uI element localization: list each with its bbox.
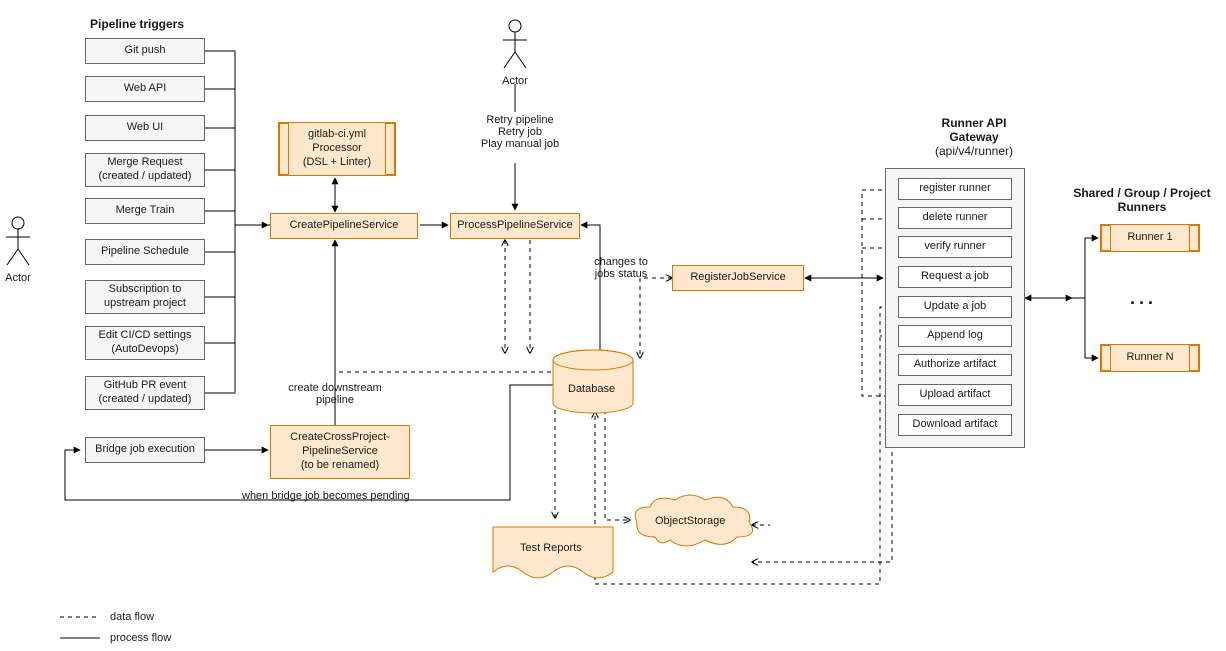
register-job-service: RegisterJobService: [672, 265, 804, 291]
trigger-edit-cicd: Edit CI/CD settings (AutoDevops): [85, 326, 205, 360]
cross-project-service: CreateCrossProject- PipelineService (to …: [270, 425, 410, 479]
actor-left-icon: [3, 215, 33, 270]
api-request-job: Request a job: [898, 266, 1012, 288]
create-downstream-label: create downstream pipeline: [275, 382, 395, 406]
trigger-pipeline-schedule: Pipeline Schedule: [85, 239, 205, 265]
trigger-web-api: Web API: [85, 76, 205, 102]
database-label: Database: [568, 383, 615, 395]
processor-l1: gitlab-ci.yml: [308, 128, 366, 142]
legend-process-flow: process flow: [110, 632, 171, 644]
trigger-web-ui: Web UI: [85, 115, 205, 141]
processor-l3: (DSL + Linter): [303, 156, 371, 170]
api-upload-artifact: Upload artifact: [898, 384, 1012, 406]
process-pipeline-service: ProcessPipelineService: [450, 213, 580, 239]
runner-1: Runner 1: [1100, 224, 1200, 252]
actor-top-label: Actor: [497, 75, 533, 87]
bridge-job-box: Bridge job execution: [85, 437, 205, 463]
changes-label: changes to jobs status: [586, 256, 656, 280]
trigger-merge-request: Merge Request (created / updated): [85, 153, 205, 187]
api-update-job: Update a job: [898, 296, 1012, 318]
actor-top-icon: [500, 18, 530, 73]
triggers-heading: Pipeline triggers: [90, 17, 184, 31]
cross-l2: PipelineService: [302, 445, 378, 459]
gateway-heading: Runner API Gateway (api/v4/runner): [914, 116, 1034, 158]
retry-label: Retry pipeline Retry job Play manual job: [470, 114, 570, 150]
runner-n: Runner N: [1100, 344, 1200, 372]
trigger-git-push: Git push: [85, 38, 205, 64]
api-download-artifact: Download artifact: [898, 414, 1012, 436]
trigger-github-pr: GitHub PR event (created / updated): [85, 376, 205, 410]
create-pipeline-service: CreatePipelineService: [270, 213, 418, 239]
yml-processor: gitlab-ci.yml Processor (DSL + Linter): [278, 122, 396, 176]
legend-data-flow: data flow: [110, 611, 154, 623]
trigger-subscription: Subscription to upstream project: [85, 280, 205, 314]
cross-l3: (to be renamed): [301, 459, 379, 473]
trigger-merge-train: Merge Train: [85, 198, 205, 224]
runner-dots: ...: [1130, 288, 1157, 309]
test-reports-label: Test Reports: [520, 542, 582, 554]
cross-l1: CreateCrossProject-: [290, 431, 390, 445]
object-storage-icon: [625, 492, 765, 562]
object-storage-label: ObjectStorage: [655, 515, 725, 527]
api-append-log: Append log: [898, 325, 1012, 347]
api-register-runner: register runner: [898, 178, 1012, 200]
api-delete-runner: delete runner: [898, 207, 1012, 229]
actor-left-label: Actor: [0, 272, 36, 284]
test-reports-icon: [488, 522, 618, 592]
bridge-pending-label: when bridge job becomes pending: [242, 490, 410, 502]
api-authorize-artifact: Authorize artifact: [898, 354, 1012, 376]
processor-l2: Processor: [312, 142, 362, 156]
api-verify-runner: verify runner: [898, 236, 1012, 258]
runners-heading: Shared / Group / Project Runners: [1062, 186, 1222, 214]
